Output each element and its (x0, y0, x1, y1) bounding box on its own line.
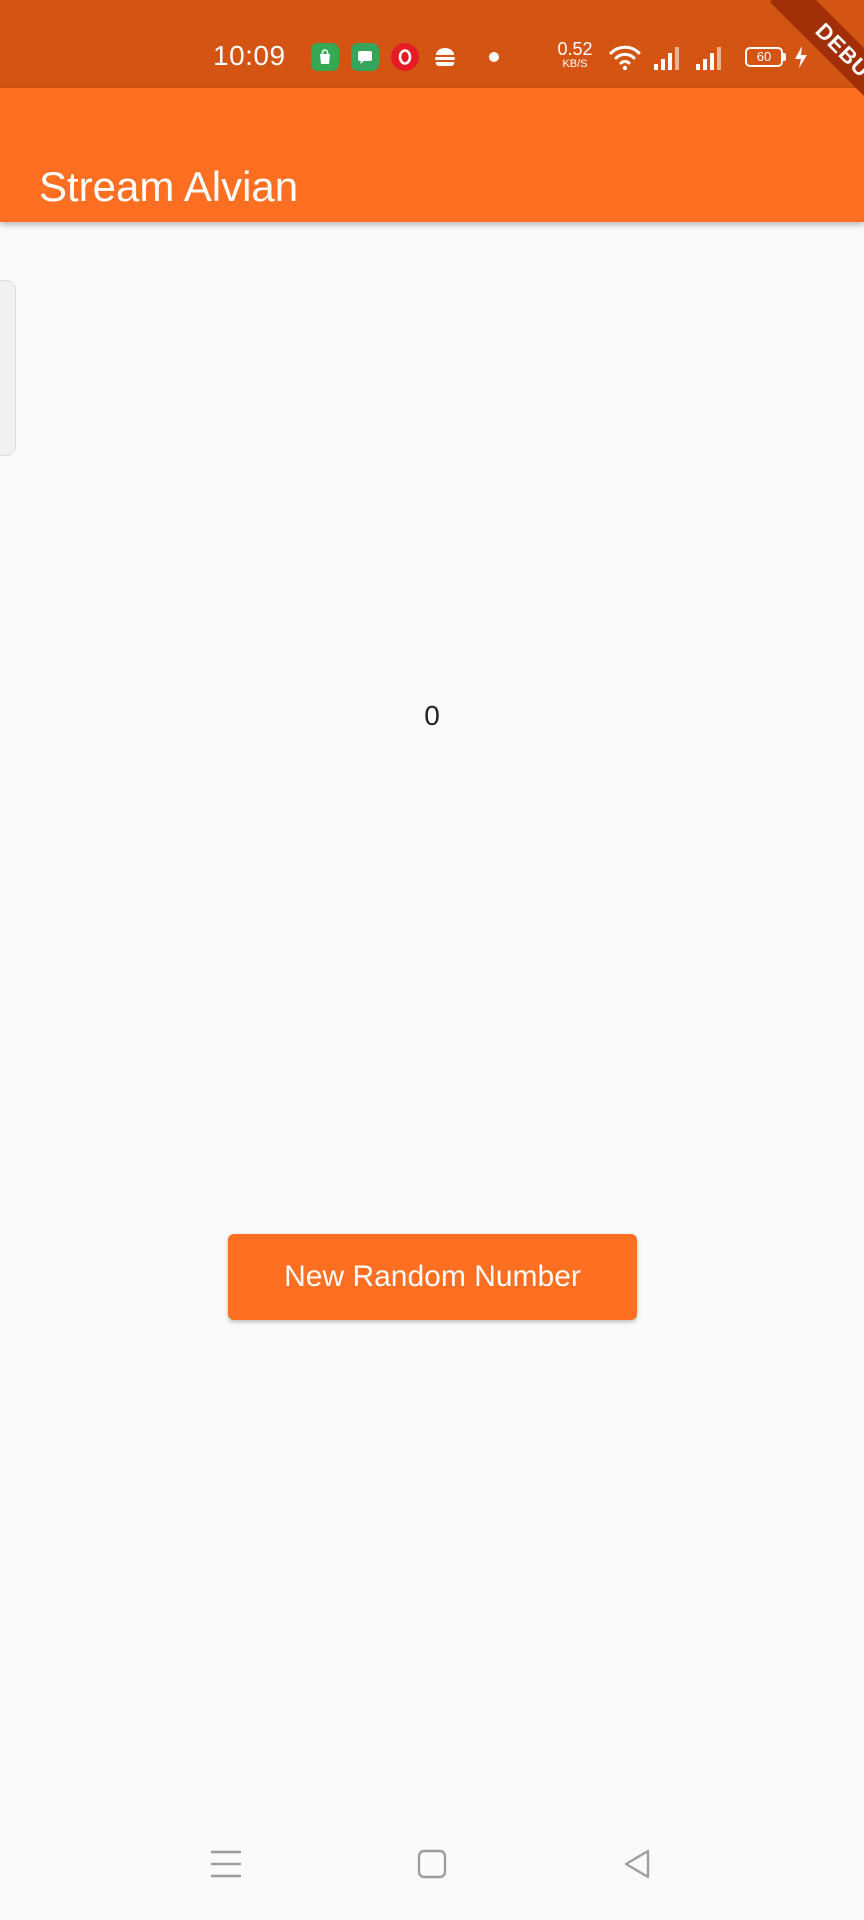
new-random-number-label: New Random Number (284, 1260, 581, 1293)
random-number-text: 0 (424, 700, 440, 731)
debug-banner-label: DEBUG (769, 0, 864, 137)
navigation-bar (0, 1800, 864, 1920)
signal-icon (654, 47, 679, 70)
network-speed: 0.52 KB/S (553, 40, 597, 70)
status-time: 10:09 (213, 40, 286, 71)
net-speed-unit: KB/S (562, 58, 588, 70)
new-random-number-button[interactable]: New Random Number (228, 1234, 637, 1320)
edge-panel-handle[interactable] (0, 280, 16, 456)
wifi-icon (609, 45, 641, 71)
signal-icon (696, 47, 721, 70)
shopping-bag-icon (311, 43, 339, 71)
back-icon[interactable] (618, 1844, 658, 1884)
burger-icon (431, 43, 459, 71)
opera-icon (391, 43, 419, 71)
home-icon[interactable] (412, 1844, 452, 1884)
debug-banner: DEBUG (724, 0, 864, 140)
net-speed-value: 0.52 (557, 39, 593, 59)
notification-dot (489, 52, 499, 62)
app-title: Stream Alvian (39, 163, 299, 211)
menu-icon[interactable] (206, 1844, 246, 1884)
message-icon (351, 43, 379, 71)
